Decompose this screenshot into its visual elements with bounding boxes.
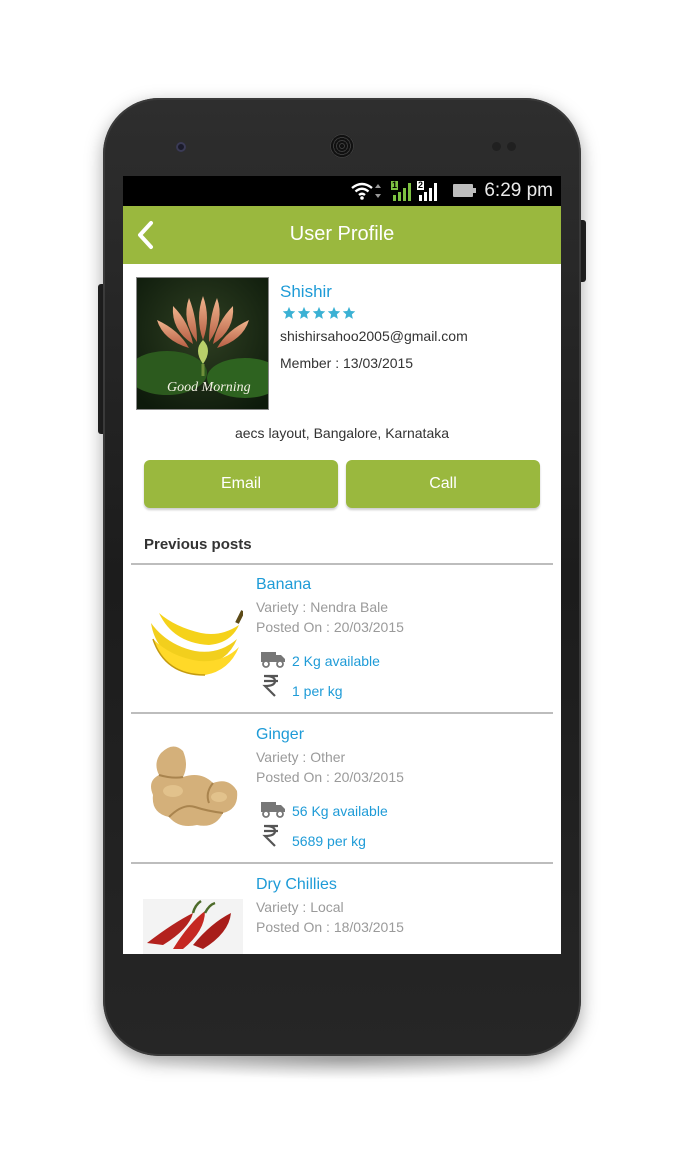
divider — [131, 862, 553, 864]
post-variety: Variety : Other — [256, 749, 346, 765]
battery-icon — [453, 184, 476, 197]
post-title: Banana — [256, 576, 312, 593]
page-title: User Profile — [289, 223, 395, 245]
proximity-sensor — [492, 142, 501, 151]
email-button[interactable]: Email — [144, 460, 338, 508]
call-button[interactable]: Call — [346, 460, 540, 508]
member-since: Member : 13/03/2015 — [280, 355, 414, 371]
user-email: shishirsahoo2005@gmail.com — [280, 328, 468, 344]
post-price: 5689 per kg — [292, 833, 366, 849]
sim1-label: 1 — [392, 180, 398, 190]
rupee-icon — [262, 674, 278, 697]
post-date: Posted On : 18/03/2015 — [256, 919, 404, 935]
star-icon — [282, 306, 296, 319]
avatar[interactable]: Good Morning — [136, 277, 269, 410]
rupee-icon — [262, 824, 278, 847]
signal-sim2-icon: 2 — [417, 180, 439, 201]
star-icon — [327, 306, 341, 319]
truck-icon — [261, 652, 285, 668]
wifi-icon — [351, 182, 373, 200]
banana-image — [151, 610, 243, 676]
section-title: Previous posts — [144, 536, 252, 553]
lotus-image: Good Morning — [137, 278, 268, 409]
status-bar: 1 2 6:29 pm — [123, 176, 561, 206]
screen: 1 2 6:29 pm User Profile Good Morning Sh… — [123, 176, 561, 954]
star-icon — [297, 306, 311, 319]
post-title: Ginger — [256, 726, 305, 743]
post-variety: Variety : Local — [256, 899, 344, 915]
post-quantity: 2 Kg available — [292, 653, 380, 669]
avatar-caption: Good Morning — [167, 380, 251, 395]
app-bar: User Profile — [123, 206, 561, 264]
rating-stars — [282, 306, 356, 320]
front-camera — [176, 142, 186, 152]
status-time: 6:29 pm — [484, 180, 553, 201]
ginger-image — [151, 746, 238, 826]
post-quantity: 56 Kg available — [292, 803, 388, 819]
earpiece-speaker — [330, 134, 354, 158]
post-variety: Variety : Nendra Bale — [256, 599, 389, 615]
list-item[interactable]: Banana Variety : Nendra Bale Posted On :… — [123, 565, 561, 713]
divider — [131, 712, 553, 714]
post-price: 1 per kg — [292, 683, 343, 699]
list-item[interactable]: Ginger Variety : Other Posted On : 20/03… — [123, 715, 561, 863]
data-arrows-icon — [375, 184, 381, 198]
post-date: Posted On : 20/03/2015 — [256, 619, 404, 635]
user-address: aecs layout, Bangalore, Karnataka — [234, 425, 450, 441]
star-icon — [342, 306, 356, 319]
sim2-label: 2 — [418, 180, 424, 190]
star-icon — [312, 306, 326, 319]
light-sensor — [507, 142, 516, 151]
user-name: Shishir — [280, 282, 332, 301]
post-date: Posted On : 20/03/2015 — [256, 769, 404, 785]
truck-icon — [261, 802, 285, 818]
chilli-image — [143, 899, 243, 954]
post-title: Dry Chillies — [256, 876, 337, 893]
list-item[interactable]: Dry Chillies Variety : Local Posted On :… — [123, 865, 561, 954]
signal-sim1-icon: 1 — [391, 180, 413, 201]
